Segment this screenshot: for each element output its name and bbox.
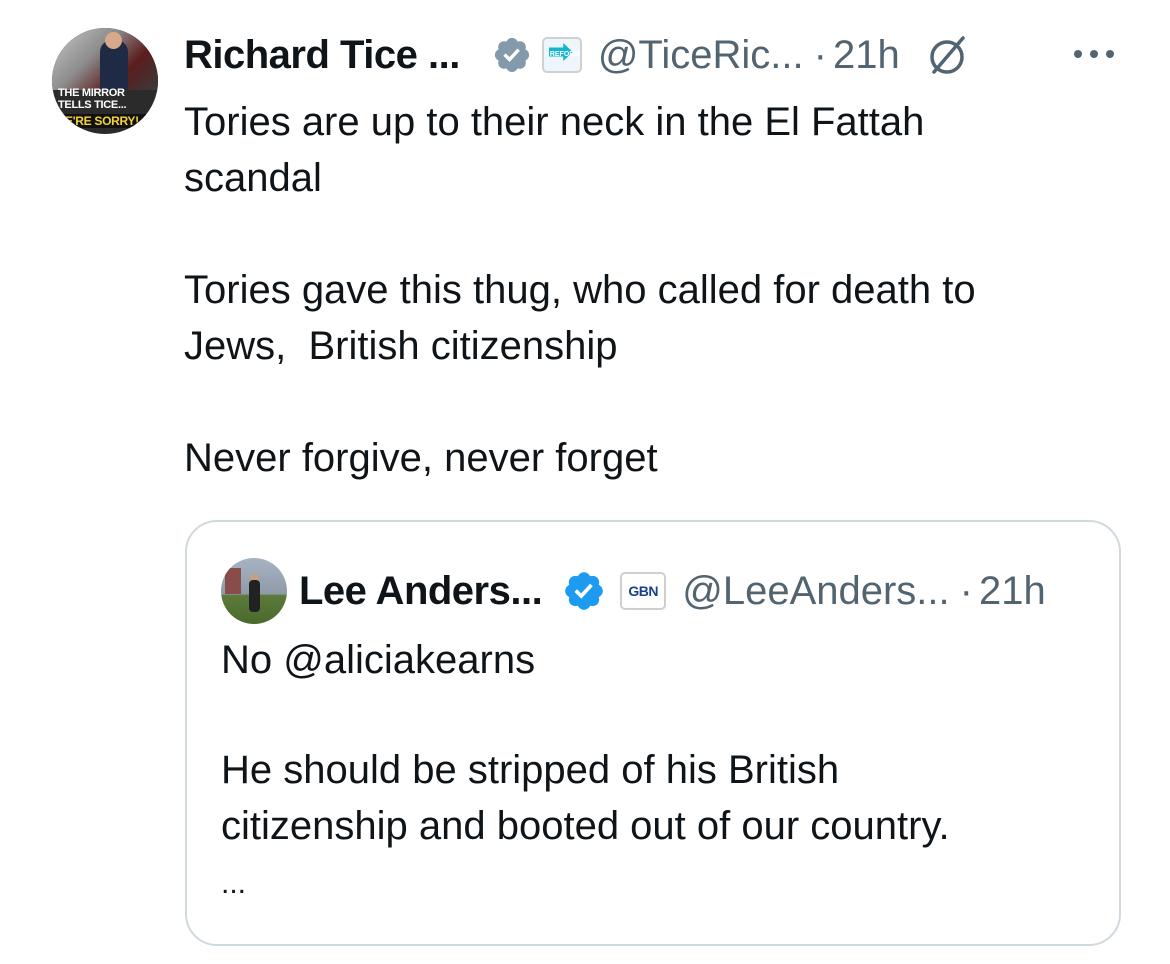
avatar-text-line1: THE MIRROR: [58, 87, 125, 99]
quoted-tweet-ellipsis: ...: [221, 867, 247, 900]
avatar-text-line2: TELLS TICE...: [58, 99, 127, 111]
avatar-text-line3: WE'RE SORRY!: [52, 114, 158, 128]
quoted-affiliation-badge[interactable]: GBN: [620, 572, 667, 610]
author-name[interactable]: Richard Tice ...: [184, 33, 460, 78]
tweet[interactable]: THE MIRROR TELLS TICE... WE'RE SORRY! Ri…: [0, 0, 1170, 964]
tweet-paragraph: Tories gave this thug, who called for de…: [184, 268, 976, 368]
quoted-author-avatar[interactable]: [221, 558, 287, 624]
affiliation-badge-text: REFORM UK: [549, 51, 593, 58]
tweet-paragraph: Never forgive, never forget: [184, 436, 658, 480]
tweet-paragraph: Tories are up to their neck in the El Fa…: [184, 100, 925, 200]
quoted-tweet-header: Lee Anders... GBN @LeeAnders... · 21h: [299, 566, 1046, 616]
separator-dot: ·: [813, 32, 827, 77]
verified-badge-icon[interactable]: [492, 35, 532, 75]
quoted-tweet-paragraph: No @aliciakearns: [221, 638, 536, 682]
quoted-author-name[interactable]: Lee Anders...: [299, 569, 543, 614]
affiliation-badge[interactable]: REFORM UK: [541, 37, 592, 73]
more-options-icon[interactable]: [1070, 38, 1120, 68]
avatar-head: [105, 32, 122, 49]
quoted-tweet-card[interactable]: Lee Anders... GBN @LeeAnders... · 21h No…: [185, 520, 1121, 946]
avatar-building: [225, 568, 241, 594]
quoted-tweet-time[interactable]: 21h: [979, 569, 1046, 614]
tweet-time[interactable]: 21h: [833, 33, 900, 78]
separator-dot: ·: [959, 568, 973, 613]
author-avatar[interactable]: THE MIRROR TELLS TICE... WE'RE SORRY!: [52, 28, 158, 134]
quoted-tweet-paragraph: He should be stripped of his British cit…: [221, 748, 950, 848]
verified-badge-icon[interactable]: [562, 569, 606, 613]
avatar-figure: [249, 580, 260, 612]
grok-icon[interactable]: [922, 30, 972, 80]
tweet-header: Richard Tice ... REFORM UK @TiceRic... ·…: [184, 30, 972, 80]
author-handle[interactable]: @TiceRic...: [598, 33, 804, 78]
quoted-author-handle[interactable]: @LeeAnders...: [682, 569, 949, 614]
